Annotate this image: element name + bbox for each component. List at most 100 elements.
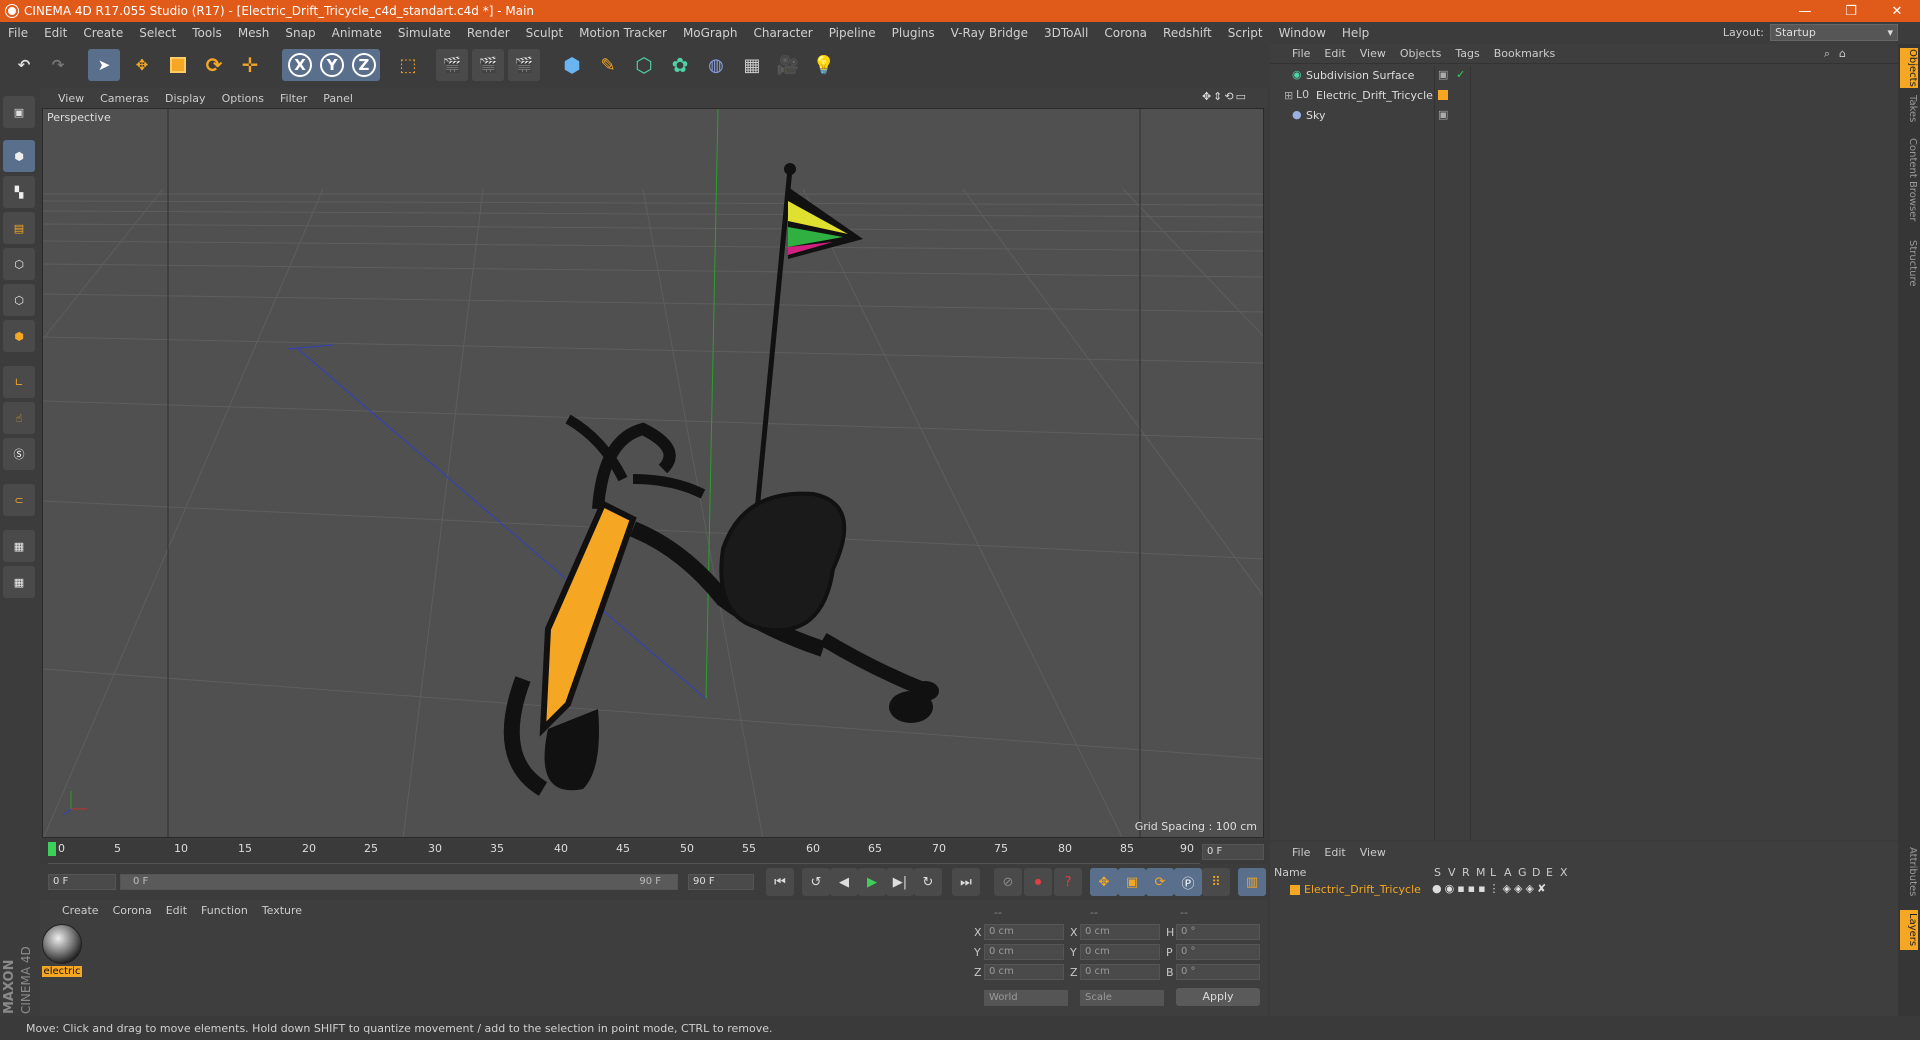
tab-objects[interactable]: Objects (1900, 48, 1918, 88)
object-menu-view[interactable]: View (1360, 47, 1386, 60)
menu-redshift[interactable]: Redshift (1155, 26, 1220, 40)
enabled-check-icon[interactable]: ✓ (1456, 68, 1465, 81)
menu-animate[interactable]: Animate (324, 26, 390, 40)
minimize-button[interactable]: — (1782, 0, 1828, 22)
render-view-icon[interactable]: 🎬 (436, 49, 468, 81)
render-settings-icon[interactable]: 🎬 (508, 49, 540, 81)
material-menu-create[interactable]: Create (62, 904, 99, 917)
layer-menu-file[interactable]: File (1292, 846, 1310, 859)
subdivision-icon[interactable]: ⬡ (628, 49, 660, 81)
layer-menu-view[interactable]: View (1360, 846, 1386, 859)
floor-icon[interactable]: ▦ (736, 49, 768, 81)
redo-icon[interactable]: ↷ (42, 49, 74, 81)
material-menu-edit[interactable]: Edit (166, 904, 187, 917)
layer-menu-edit[interactable]: Edit (1324, 846, 1345, 859)
search-icon[interactable]: ⌕ (1824, 47, 1830, 61)
current-frame-field[interactable]: 0 F (1202, 844, 1264, 860)
rotation-p-field[interactable]: 0 ° (1176, 944, 1260, 960)
autokey-icon[interactable]: ⏺ (1024, 868, 1052, 896)
object-row[interactable]: ⊞ L0 Electric_Drift_Tricycle (1270, 86, 1898, 106)
menu-mesh[interactable]: Mesh (230, 26, 278, 40)
viewport-menu-filter[interactable]: Filter (280, 92, 307, 105)
home-icon[interactable]: ⌂ (1839, 47, 1846, 60)
menu-3dtoall[interactable]: 3DToAll (1036, 26, 1096, 40)
viewport-menu-view[interactable]: View (58, 92, 84, 105)
points-mode-icon[interactable]: ⬡ (3, 248, 35, 280)
timeline-playhead[interactable] (48, 842, 56, 856)
object-menu-edit[interactable]: Edit (1324, 47, 1345, 60)
tab-content-browser[interactable]: Content Browser (1900, 130, 1918, 230)
layout-select[interactable]: Startup ▾ (1770, 24, 1898, 41)
magnet-icon[interactable]: ⊂ (3, 484, 35, 516)
end-frame-field[interactable]: 90 F (688, 874, 754, 890)
tab-layers[interactable]: Layers (1900, 910, 1918, 950)
pen-spline-icon[interactable]: ✎ (592, 49, 624, 81)
make-editable-icon[interactable]: ▣ (3, 96, 35, 128)
render-region-icon[interactable]: 🎬 (472, 49, 504, 81)
object-menu-file[interactable]: File (1292, 47, 1310, 60)
key-rotation-icon[interactable]: ⟳ (1146, 868, 1174, 896)
prev-key-icon[interactable]: ↺ (802, 868, 830, 896)
lock-workplane-icon[interactable]: ▦ (3, 530, 35, 562)
next-key-icon[interactable]: ↻ (914, 868, 942, 896)
coordinate-system-icon[interactable]: ⬚ (392, 49, 424, 81)
undo-icon[interactable]: ↶ (8, 49, 40, 81)
rotate-tool-icon[interactable]: ⟳ (198, 49, 230, 81)
start-frame-field[interactable]: 0 F (48, 874, 116, 890)
key-position-icon[interactable]: ✥ (1090, 868, 1118, 896)
menu-file[interactable]: File (0, 26, 36, 40)
menu-corona[interactable]: Corona (1096, 26, 1155, 40)
menu-edit[interactable]: Edit (36, 26, 75, 40)
menu-snap[interactable]: Snap (277, 26, 323, 40)
y-axis-lock-button[interactable]: Y (316, 49, 348, 81)
mograph-cloner-icon[interactable]: ✿ (664, 49, 696, 81)
position-x-field[interactable]: 0 cm (984, 924, 1064, 940)
menu-motion-tracker[interactable]: Motion Tracker (571, 26, 675, 40)
menu-pipeline[interactable]: Pipeline (821, 26, 884, 40)
menu-help[interactable]: Help (1334, 26, 1377, 40)
cube-icon[interactable]: ⬢ (556, 49, 588, 81)
viewport-nav-icons[interactable]: ✥⇕⟲▭ (1202, 90, 1248, 103)
key-pla-icon[interactable]: ⠿ (1202, 868, 1230, 896)
material-swatch[interactable]: electric (42, 924, 82, 984)
menu-character[interactable]: Character (745, 26, 820, 40)
keyframe-selection-icon[interactable]: ? (1054, 868, 1082, 896)
size-z-field[interactable]: 0 cm (1080, 964, 1160, 980)
menu-tools[interactable]: Tools (184, 26, 230, 40)
go-to-start-icon[interactable]: ⏮ (766, 868, 794, 896)
scale-tool-icon[interactable] (162, 49, 194, 81)
object-menu-bookmarks[interactable]: Bookmarks (1494, 47, 1555, 60)
viewport-canvas[interactable]: Perspective Grid Spacing : 100 cm (42, 108, 1264, 838)
menu-script[interactable]: Script (1220, 26, 1271, 40)
menu-window[interactable]: Window (1271, 26, 1334, 40)
workplane-icon[interactable]: ▤ (3, 212, 35, 244)
edges-mode-icon[interactable]: ⬡ (3, 284, 35, 316)
viewport-menu-display[interactable]: Display (165, 92, 206, 105)
snap-icon[interactable]: Ⓢ (3, 438, 35, 470)
size-y-field[interactable]: 0 cm (1080, 944, 1160, 960)
key-parameter-icon[interactable]: Ⓟ (1174, 868, 1202, 896)
close-button[interactable]: ✕ (1874, 0, 1920, 22)
menu-create[interactable]: Create (75, 26, 131, 40)
menu-select[interactable]: Select (131, 26, 184, 40)
rotation-b-field[interactable]: 0 ° (1176, 964, 1260, 980)
model-mode-icon[interactable]: ⬢ (3, 140, 35, 172)
tab-structure[interactable]: Structure (1900, 238, 1918, 288)
restore-button[interactable]: ❐ (1828, 0, 1874, 22)
frame-range-slider[interactable]: 0 F 90 F (120, 874, 678, 890)
size-x-field[interactable]: 0 cm (1080, 924, 1160, 940)
viewport-menu-panel[interactable]: Panel (323, 92, 353, 105)
viewport-menu-options[interactable]: Options (222, 92, 264, 105)
position-y-field[interactable]: 0 cm (984, 944, 1064, 960)
menu-vray-bridge[interactable]: V-Ray Bridge (943, 26, 1036, 40)
object-menu-tags[interactable]: Tags (1455, 47, 1479, 60)
apply-button[interactable]: Apply (1176, 988, 1260, 1006)
visibility-toggle-icon[interactable]: ▣ (1438, 108, 1448, 121)
polygons-mode-icon[interactable]: ⬢ (3, 320, 35, 352)
layer-flags-icons[interactable]: ●◉▪▪▪⋮◈◈◈✘ (1432, 882, 1549, 895)
texture-mode-icon[interactable]: ▚ (3, 176, 35, 208)
viewport-menu-cameras[interactable]: Cameras (100, 92, 149, 105)
visibility-toggle-icon[interactable]: ▣ (1438, 68, 1448, 81)
record-keys-icon[interactable]: ⊘ (994, 868, 1022, 896)
axis-mode-icon[interactable]: ∟ (3, 366, 35, 398)
